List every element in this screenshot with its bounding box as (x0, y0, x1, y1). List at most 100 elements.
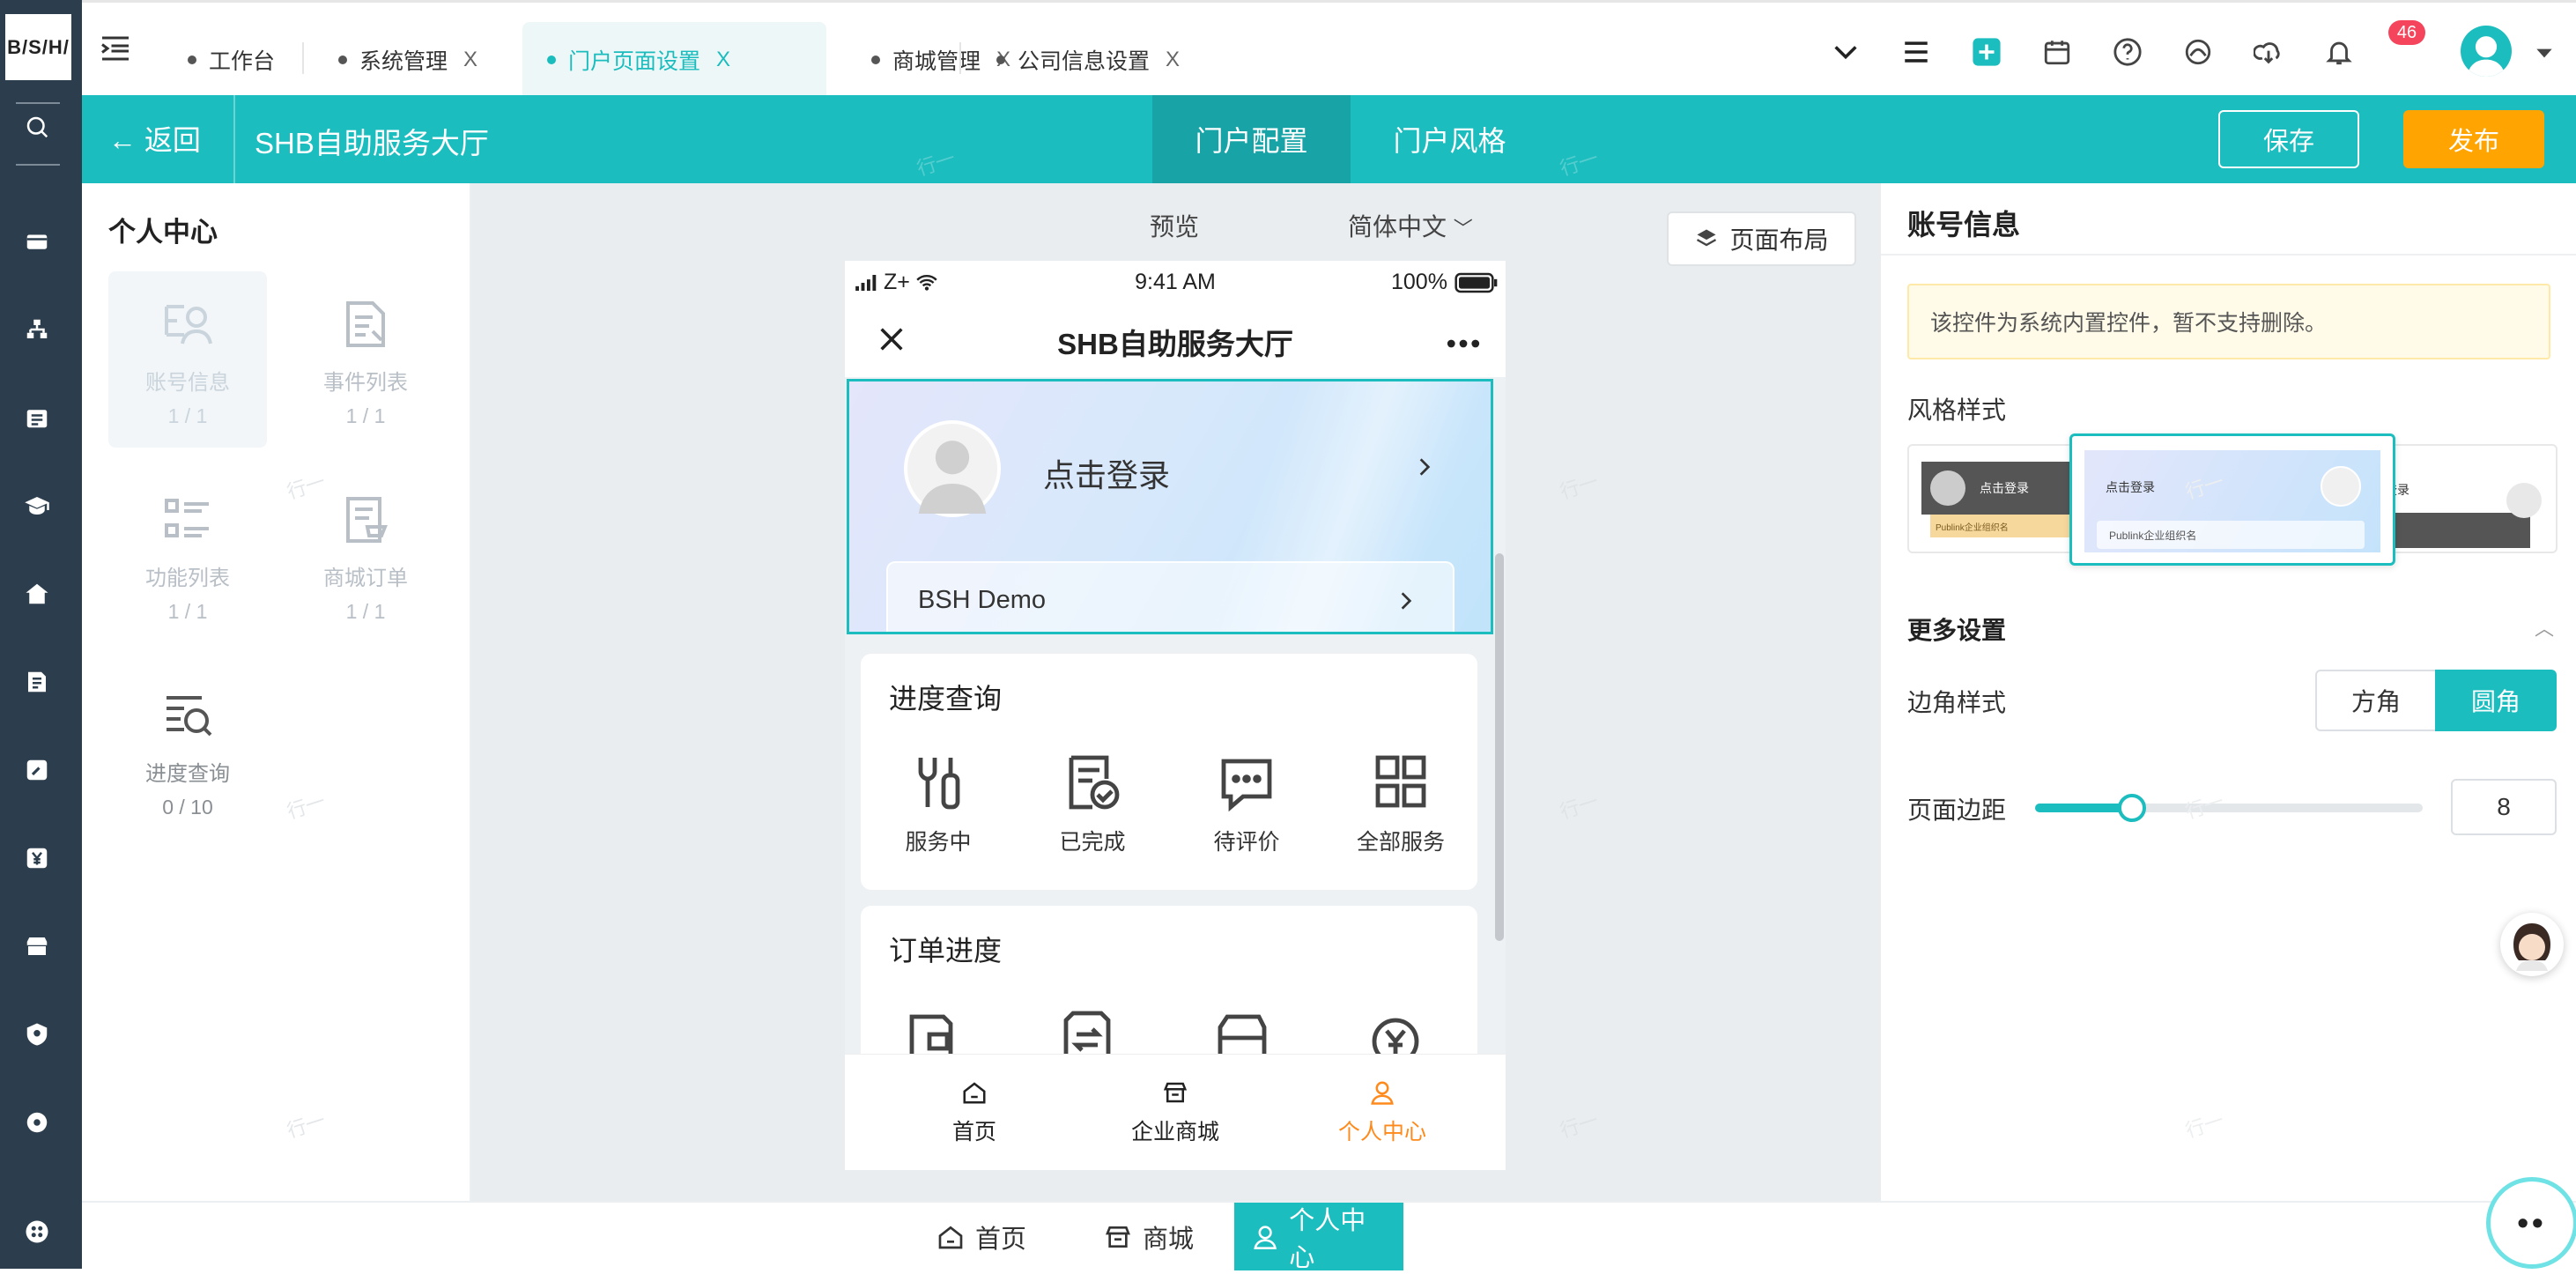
battery-label: 100% (1391, 270, 1447, 294)
skin-icon[interactable] (2179, 33, 2217, 71)
grid-icon (1375, 755, 1426, 808)
bottom-tab-profile[interactable]: 个人中心 (1234, 1203, 1403, 1272)
tab-portal-style[interactable]: 门户风格 (1351, 95, 1549, 183)
progress-query-icon (167, 696, 212, 737)
bottom-tab-mall[interactable]: 商城 (1086, 1203, 1211, 1270)
chevron-right-icon (1395, 589, 1418, 617)
function-list-icon (165, 499, 209, 537)
style-option-1[interactable]: 点击登录 Publink企业组织名 (1907, 444, 2075, 553)
chevron-down-icon[interactable] (1826, 33, 1865, 71)
app-logo[interactable]: B/S/H/ (4, 12, 73, 82)
company-row[interactable]: BSH Demo (886, 561, 1455, 632)
home-icon[interactable] (19, 576, 55, 611)
quick-item-completed[interactable]: 已完成 (1035, 751, 1150, 856)
settings-title: 账号信息 (1907, 209, 2021, 241)
phone-tab-profile[interactable]: 个人中心 (1312, 1079, 1453, 1146)
graduation-icon[interactable] (19, 488, 55, 523)
more-icon[interactable] (1444, 337, 1483, 352)
truck-icon (1213, 1003, 1269, 1054)
quick-item-label: 待评价 (1213, 830, 1280, 855)
back-button[interactable]: ← 返回 (108, 118, 201, 159)
tab-workbench[interactable]: 工作台 (163, 22, 300, 98)
more-settings-label: 更多设置 (1907, 617, 2007, 644)
close-icon[interactable]: X (1166, 48, 1180, 72)
tab-separator (302, 42, 304, 74)
corner-style-label: 边角样式 (1907, 689, 2007, 716)
calendar-icon[interactable] (2038, 33, 2076, 71)
user-avatar[interactable] (904, 420, 1001, 517)
close-icon[interactable]: X (716, 48, 730, 72)
header-divider (233, 95, 235, 183)
shield-icon[interactable] (19, 1017, 55, 1052)
login-link[interactable]: 点击登录 (1043, 450, 1170, 496)
tab-portal-page-settings[interactable]: 门户页面设置 X (522, 22, 826, 98)
component-label: 功能列表 (145, 567, 230, 590)
form-icon[interactable] (19, 664, 55, 700)
publish-button[interactable]: 发布 (2403, 110, 2544, 168)
layers-icon (1697, 229, 1717, 247)
quick-item-label: 全部服务 (1356, 830, 1445, 855)
org-chart-icon[interactable] (19, 312, 55, 347)
component-function-list[interactable]: 功能列表 1 / 1 (108, 467, 267, 643)
card-icon[interactable] (19, 224, 55, 259)
component-account-info[interactable]: 账号信息 1 / 1 (108, 271, 267, 448)
page-layout-button[interactable]: 页面布局 (1667, 211, 1856, 266)
assistant-avatar-button[interactable] (2500, 913, 2564, 976)
shipping-icon (1059, 1003, 1115, 1054)
chat-float-button[interactable]: •• (2486, 1177, 2576, 1269)
preview-label[interactable]: 预览 (1150, 208, 1199, 243)
user-menu-caret-icon[interactable] (2533, 41, 2556, 69)
sidebar-divider (16, 102, 60, 104)
apps-icon[interactable] (19, 1214, 55, 1249)
store-icon (1106, 1226, 1130, 1248)
store-icon[interactable] (19, 929, 55, 964)
page-margin-input[interactable]: 8 (2451, 779, 2557, 835)
gear-icon[interactable] (19, 1105, 55, 1140)
chevron-up-icon[interactable]: ︿ (2535, 613, 2554, 641)
tab-system-management[interactable]: 系统管理 X (314, 22, 502, 98)
language-select[interactable]: 简体中文 ﹀ (1348, 208, 1473, 243)
phone-tab-home[interactable]: 首页 (904, 1079, 1045, 1146)
corner-square-button[interactable]: 方角 (2315, 670, 2437, 731)
search-icon[interactable] (19, 109, 55, 144)
page-margin-slider[interactable] (2035, 794, 2423, 822)
component-event-list[interactable]: 事件列表 1 / 1 (286, 271, 445, 448)
quick-item-in-service[interactable]: 服务中 (881, 751, 996, 856)
yuan-icon[interactable] (19, 841, 55, 876)
refund-icon (1367, 1003, 1424, 1054)
corner-round-button[interactable]: 圆角 (2435, 670, 2557, 731)
tab-company-info-settings[interactable]: 公司信息设置 X (972, 22, 1204, 98)
top-tab-bar: 工作台 系统管理X 门户页面设置X 商城管理X 公司信息设置X 46 (82, 0, 2576, 98)
add-icon[interactable] (1967, 33, 2006, 71)
component-progress-query[interactable]: 进度查询 0 / 10 (108, 663, 267, 839)
phone-scrollbar[interactable] (1495, 553, 1504, 941)
progress-query-card: 进度查询 服务中 已完成 待评价 全部服务 (861, 654, 1477, 890)
account-info-widget[interactable]: 点击登录 BSH Demo (847, 379, 1493, 634)
component-label: 进度查询 (145, 762, 230, 786)
style-option-2[interactable]: 点击登录 Publink企业组织名 (2069, 433, 2395, 566)
store-icon (1163, 1082, 1188, 1103)
phone-tab-mall[interactable]: 企业商城 (1105, 1079, 1246, 1146)
calendar-list-icon[interactable] (19, 400, 55, 435)
list-icon[interactable] (1897, 33, 1936, 71)
settings-panel: 账号信息 该控件为系统内置控件，暂不支持删除。 风格样式 点击登录 Publin… (1881, 183, 2576, 1201)
component-panel: 个人中心 账号信息 1 / 1 事件列表 1 / 1 功能列表 1 / 1 商城… (82, 183, 471, 1201)
divider (1881, 254, 2576, 256)
slider-handle[interactable] (2118, 794, 2146, 822)
save-button[interactable]: 保存 (2218, 110, 2359, 168)
system-notice: 该控件为系统内置控件，暂不支持删除。 (1907, 284, 2550, 359)
cloud-download-icon[interactable] (2249, 33, 2288, 71)
close-icon[interactable]: X (463, 48, 477, 72)
bell-icon[interactable] (2320, 33, 2358, 71)
home-icon (963, 1082, 986, 1104)
phone-tab-bar: 首页 企业商城 个人中心 (845, 1054, 1506, 1170)
quick-item-all-services[interactable]: 全部服务 (1344, 751, 1458, 856)
arrow-left-icon: ← (108, 124, 137, 156)
menu-toggle-icon[interactable] (100, 34, 135, 64)
help-icon[interactable] (2108, 33, 2147, 71)
avatar[interactable] (2461, 26, 2512, 77)
quick-item-to-review[interactable]: 待评价 (1189, 751, 1304, 856)
wrench-icon[interactable] (19, 752, 55, 788)
tab-portal-config[interactable]: 门户配置 (1152, 95, 1351, 183)
bottom-tab-home[interactable]: 首页 (919, 1203, 1044, 1270)
